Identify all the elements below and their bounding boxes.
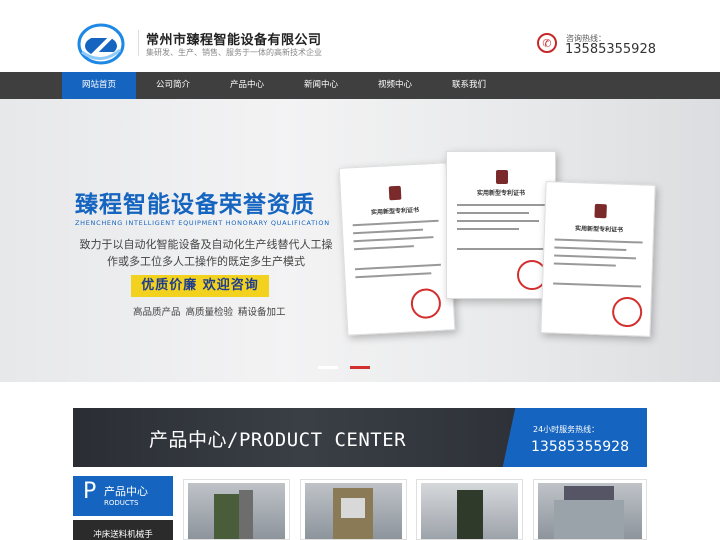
emblem-icon (388, 185, 402, 201)
patent-certificate: 实用新型专利证书 (540, 181, 656, 337)
nav-item-home[interactable]: 网站首页 (62, 72, 136, 99)
nav-item-about[interactable]: 公司简介 (136, 72, 210, 99)
product-center-title: 产品中心/PRODUCT CENTER (149, 429, 407, 451)
company-name: 常州市臻程智能设备有限公司 (146, 33, 322, 48)
banner-consult-button[interactable]: 优质价廉 欢迎咨询 (131, 275, 269, 297)
product-thumbnail[interactable] (533, 479, 647, 540)
seal-icon (410, 287, 442, 320)
sidebar-title: 产品中心 (104, 485, 148, 498)
nav-item-videos[interactable]: 视频中心 (358, 72, 432, 99)
company-slogan: 集研发、生产、销售、服务于一体的高新技术企业 (146, 48, 322, 57)
banner-tags: 高品质产品 高质量检验 精设备加工 (133, 307, 286, 318)
carousel-dot[interactable] (318, 366, 338, 369)
certificate-heading: 实用新型专利证书 (574, 225, 624, 234)
emblem-icon (594, 203, 607, 219)
hero-banner[interactable]: 臻程智能设备荣誉资质 ZHENCHENG INTELLIGENT EQUIPME… (0, 99, 720, 382)
main-nav: 网站首页 公司简介 产品中心 新闻中心 视频中心 联系我们 (0, 72, 720, 99)
banner-title: 臻程智能设备荣誉资质 (75, 192, 315, 218)
service-hotline-label: 24小时服务热线： (533, 425, 600, 434)
emblem-icon (496, 170, 508, 184)
sidebar-english: RODUCTS (104, 499, 139, 507)
nav-item-contact[interactable]: 联系我们 (432, 72, 506, 99)
carousel-dot-active[interactable] (350, 366, 370, 369)
product-sidebar-header: P 产品中心 RODUCTS (73, 476, 173, 516)
hotline-number[interactable]: 13585355928 (565, 42, 656, 57)
phone-icon: ✆ (537, 33, 557, 53)
patent-certificate: 实用新型专利证书 (338, 162, 456, 336)
nav-item-products[interactable]: 产品中心 (210, 72, 284, 99)
sidebar-letter: P (83, 479, 97, 504)
certificate-heading: 实用新型专利证书 (370, 206, 420, 217)
patent-certificate: 实用新型专利证书 (446, 151, 556, 299)
banner-subtitle: ZHENCHENG INTELLIGENT EQUIPMENT HONORARY… (75, 219, 330, 227)
company-logo-icon[interactable] (76, 22, 126, 66)
product-thumbnail[interactable] (183, 479, 290, 540)
nav-item-news[interactable]: 新闻中心 (284, 72, 358, 99)
product-thumbnail[interactable] (300, 479, 407, 540)
product-thumbnail[interactable] (416, 479, 523, 540)
header-divider (138, 30, 139, 56)
seal-icon (611, 296, 643, 328)
service-hotline-number[interactable]: 13585355928 (531, 439, 629, 455)
banner-description: 致力于以自动化智能设备及自动化生产线替代人工操作或多工位多人工操作的既定多生产模… (79, 238, 333, 268)
site-header: 常州市臻程智能设备有限公司 集研发、生产、销售、服务于一体的高新技术企业 ✆ 咨… (0, 0, 720, 72)
certificate-heading: 实用新型专利证书 (476, 190, 525, 197)
product-center-banner: 产品中心/PRODUCT CENTER (73, 408, 647, 467)
sidebar-item-punch-feeder[interactable]: 冲床送料机械手 (73, 520, 173, 540)
